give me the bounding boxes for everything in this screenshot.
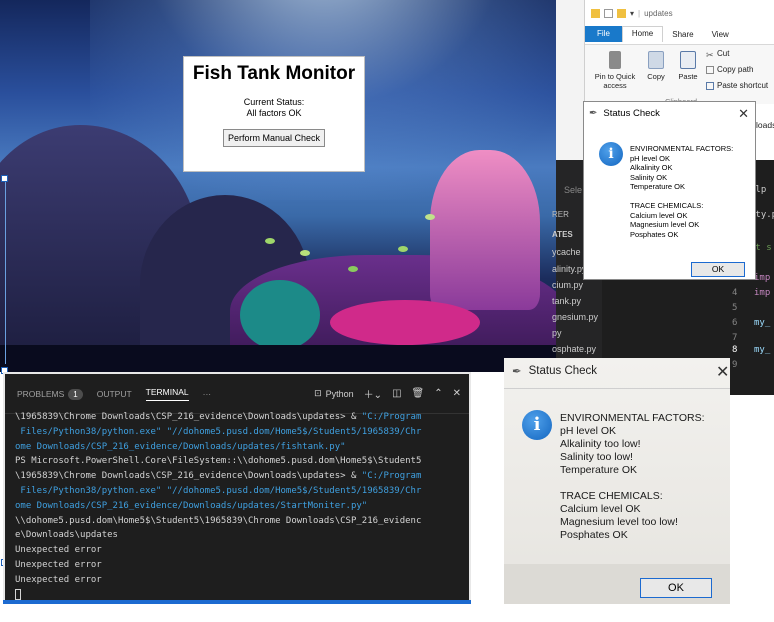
- folder-icon: [591, 8, 600, 18]
- tab-share[interactable]: Share: [663, 30, 702, 39]
- info-icon: i: [522, 410, 552, 440]
- tab-view[interactable]: View: [703, 30, 738, 39]
- tab-output[interactable]: OUTPUT: [97, 389, 132, 399]
- fish-tank-monitor-window: Fish Tank Monitor Current Status: All fa…: [183, 56, 365, 172]
- dialog-title: Status Check: [603, 108, 660, 119]
- status-check-dialog: ✒ Status Check ✕ i ENVIRONMENTAL FACTORS…: [583, 101, 756, 280]
- terminal-output[interactable]: \1965839\Chrome Downloads\CSP_216_eviden…: [15, 410, 465, 602]
- status-bar: [3, 600, 471, 604]
- terminal-line: Unexpected error: [15, 574, 102, 585]
- copy-icon: [648, 51, 664, 69]
- paste-button[interactable]: Paste: [675, 51, 701, 81]
- file-item[interactable]: ycache: [552, 247, 581, 257]
- copy-button[interactable]: Copy: [643, 51, 669, 81]
- tab-terminal[interactable]: TERMINAL: [145, 387, 189, 401]
- file-item[interactable]: gnesium.py: [552, 312, 598, 322]
- tab-home[interactable]: Home: [621, 26, 664, 42]
- terminal-line: ome Downloads/CSP_216_evidence/Downloads…: [15, 441, 346, 452]
- close-icon: ✕: [716, 364, 730, 381]
- cut-button[interactable]: ✂ Cut: [706, 49, 729, 60]
- pin-icon: [609, 51, 621, 69]
- scissors-icon: ✂: [706, 49, 714, 60]
- terminal-line: \1965839\Chrome Downloads\CSP_216_eviden…: [15, 471, 422, 482]
- terminal-line: \\dohome5.pusd.dom\Home5$\Student5\19658…: [15, 515, 422, 526]
- photo-dialog-message: ENVIRONMENTAL FACTORS: pH level OK Alkal…: [560, 412, 705, 541]
- trash-icon[interactable]: 🗑: [412, 388, 425, 399]
- shell-selector[interactable]: ⊡ Python: [314, 388, 354, 399]
- terminal-line: Files/Python38/python.exe" "//dohome5.pu…: [15, 426, 422, 437]
- file-explorer-window: ▾ | updates File Home Share View Pin to …: [584, 0, 774, 108]
- dialog-message: ENVIRONMENTAL FACTORS: pH level OK Alkal…: [630, 144, 734, 239]
- terminal-icon: ⊡: [314, 388, 322, 398]
- file-item[interactable]: alinity.py: [552, 264, 586, 274]
- terminal-panel: PROBLEMS 1 OUTPUT TERMINAL ··· ⊡ Python ＋⌄…: [3, 372, 471, 604]
- terminal-line: e\Downloads\updates: [15, 530, 118, 541]
- manual-check-button[interactable]: Perform Manual Check: [222, 129, 326, 147]
- paste-shortcut-button[interactable]: Paste shortcut: [706, 81, 768, 90]
- file-item[interactable]: py: [552, 328, 562, 338]
- terminal-line: Files/Python38/python.exe" "//dohome5.pu…: [15, 485, 422, 496]
- ok-button[interactable]: OK: [691, 262, 745, 277]
- selection-line: [5, 182, 6, 364]
- file-item[interactable]: osphate.py: [552, 344, 596, 354]
- tab-problems[interactable]: PROBLEMS 1: [17, 388, 83, 400]
- chevron-down-icon[interactable]: ▾: [630, 9, 634, 18]
- copy-path-button[interactable]: Copy path: [706, 65, 753, 74]
- photo-dialog-title: Status Check: [528, 365, 598, 377]
- close-icon[interactable]: ✕: [453, 388, 461, 399]
- window-path: updates: [644, 8, 673, 18]
- file-item[interactable]: tank.py: [552, 296, 581, 306]
- select-label: Sele: [564, 185, 583, 195]
- status-label: Current Status:: [243, 97, 305, 107]
- problems-count-badge: 1: [68, 388, 83, 400]
- status-value: All factors OK: [246, 108, 302, 118]
- folder-icon: [617, 8, 626, 18]
- terminal-line: \1965839\Chrome Downloads\CSP_216_eviden…: [15, 412, 422, 422]
- partial-text: loads: [756, 120, 774, 130]
- status-check-photo: ✒ Status Check ✕ i ENVIRONMENTAL FACTORS…: [504, 358, 730, 604]
- terminal-line: Unexpected error: [15, 545, 102, 556]
- resize-handle[interactable]: [1, 175, 8, 182]
- app-title: Fish Tank Monitor: [192, 63, 356, 84]
- photo-ok-button: OK: [640, 578, 712, 598]
- split-terminal-icon[interactable]: ◫: [392, 388, 401, 399]
- info-icon: i: [599, 142, 623, 166]
- checkbox-icon[interactable]: [604, 8, 613, 18]
- terminal-line: Unexpected error: [15, 559, 102, 570]
- more-icon[interactable]: ···: [203, 389, 212, 399]
- pin-quick-access-button[interactable]: Pin to Quick access: [591, 51, 639, 90]
- terminal-line: PS Microsoft.PowerShell.Core\FileSystem:…: [15, 456, 422, 467]
- file-item[interactable]: cium.py: [552, 280, 583, 290]
- ribbon: Pin to Quick access Copy Paste ✂ Cut Copy …: [585, 44, 774, 106]
- copy-path-icon: [706, 65, 714, 74]
- terminal-cursor: [15, 588, 21, 600]
- chevron-up-icon[interactable]: ⌃: [434, 388, 442, 399]
- feather-icon: ✒: [512, 366, 522, 378]
- feather-icon: ✒: [589, 108, 598, 119]
- tab-file[interactable]: File: [585, 26, 622, 42]
- close-icon[interactable]: ✕: [738, 106, 749, 122]
- paste-icon: [680, 51, 696, 69]
- terminal-line: ome Downloads/CSP_216_evidence/Downloads…: [15, 500, 368, 511]
- paste-shortcut-icon: [706, 81, 714, 90]
- add-terminal-icon[interactable]: ＋⌄: [364, 386, 382, 401]
